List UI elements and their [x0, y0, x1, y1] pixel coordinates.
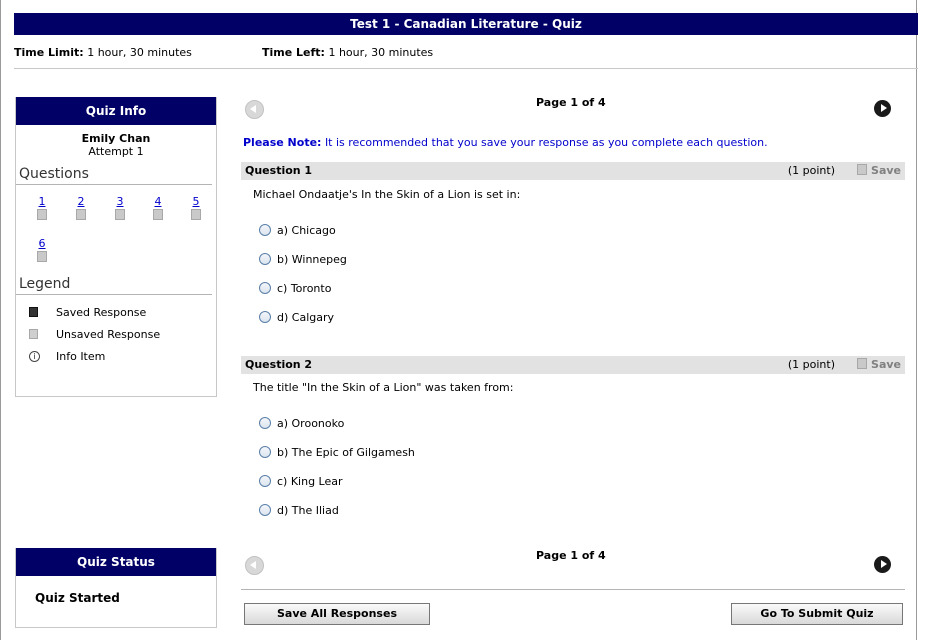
option-label: a) Oroonoko	[277, 417, 345, 430]
time-left-value: 1 hour, 30 minutes	[328, 46, 434, 59]
unsaved-response-icon	[76, 209, 86, 220]
question-link-label[interactable]: 1	[34, 196, 50, 208]
question-link-label[interactable]: 3	[112, 196, 128, 208]
question-link-label[interactable]: 4	[150, 196, 166, 208]
radio-button[interactable]	[259, 311, 271, 323]
option-label: b) The Epic of Gilgamesh	[277, 446, 415, 459]
option-label: c) Toronto	[277, 282, 332, 295]
save-label: Save	[871, 358, 901, 371]
info-icon: i	[29, 351, 40, 362]
option-label: b) Winnepeg	[277, 253, 347, 266]
time-left-label: Time Left:	[262, 46, 325, 59]
time-left: Time Left: 1 hour, 30 minutes	[262, 42, 433, 64]
question-link-5[interactable]: 5	[188, 196, 204, 220]
option-label: a) Chicago	[277, 224, 336, 237]
question-links: 1 2 3 4 5 6	[16, 196, 216, 276]
legend-unsaved-label: Unsaved Response	[56, 328, 161, 341]
radio-button[interactable]	[259, 224, 271, 236]
question-link-label[interactable]: 2	[73, 196, 89, 208]
question-link-4[interactable]: 4	[150, 196, 166, 220]
quiz-status-heading: Quiz Status	[16, 548, 216, 576]
questions-heading: Questions	[16, 166, 216, 185]
question-header-1: Question 1 (1 point) Save	[241, 162, 905, 180]
option-label: d) The Iliad	[277, 504, 339, 517]
radio-button[interactable]	[259, 282, 271, 294]
save-note: Please Note: It is recommended that you …	[243, 136, 768, 149]
question-link-label[interactable]: 6	[34, 238, 50, 250]
page-indicator-top: Page 1 of 4	[536, 96, 606, 109]
save-all-responses-button[interactable]: Save All Responses	[244, 603, 430, 625]
time-limit: Time Limit: 1 hour, 30 minutes	[14, 42, 192, 64]
quiz-status-text: Quiz Started	[35, 591, 120, 605]
question-link-label[interactable]: 5	[188, 196, 204, 208]
save-label: Save	[871, 164, 901, 177]
next-page-icon[interactable]	[874, 100, 891, 117]
question-text-1: Michael Ondaatje's In the Skin of a Lion…	[253, 188, 521, 201]
quiz-info-heading: Quiz Info	[16, 97, 216, 125]
legend-saved: Saved Response	[16, 302, 216, 324]
unsaved-response-icon	[115, 209, 125, 220]
next-page-icon[interactable]	[874, 556, 891, 573]
note-text: It is recommended that you save your res…	[324, 136, 768, 149]
option-label: c) King Lear	[277, 475, 343, 488]
attempt-label: Attempt 1	[88, 145, 144, 158]
time-limit-label: Time Limit:	[14, 46, 84, 59]
radio-button[interactable]	[259, 417, 271, 429]
unsaved-response-icon	[153, 209, 163, 220]
unsaved-response-icon	[29, 329, 38, 339]
question-text-2: The title "In the Skin of a Lion" was ta…	[253, 381, 514, 394]
previous-page-icon[interactable]	[245, 100, 264, 119]
footer-divider	[241, 589, 905, 590]
legend-info: i Info Item	[16, 346, 216, 368]
header-divider	[14, 68, 918, 69]
question-link-3[interactable]: 3	[112, 196, 128, 220]
page-indicator-bottom: Page 1 of 4	[536, 549, 606, 562]
legend-unsaved: Unsaved Response	[16, 324, 216, 346]
question-title: Question 2	[245, 358, 313, 371]
quiz-info-panel: Quiz Info Emily Chan Attempt 1 Questions…	[15, 97, 217, 397]
question-title: Question 1	[245, 164, 313, 177]
unsaved-response-icon	[191, 209, 201, 220]
question-link-1[interactable]: 1	[34, 196, 50, 220]
save-disk-icon	[857, 164, 868, 175]
question-points: (1 point)	[787, 164, 835, 177]
go-to-submit-quiz-button[interactable]: Go To Submit Quiz	[731, 603, 903, 625]
time-bar: Time Limit: 1 hour, 30 minutes Time Left…	[14, 42, 918, 64]
radio-button[interactable]	[259, 504, 271, 516]
legend-info-label: Info Item	[56, 350, 106, 363]
unsaved-response-icon	[37, 209, 47, 220]
page-title: Test 1 - Canadian Literature - Quiz	[14, 13, 918, 35]
time-limit-value: 1 hour, 30 minutes	[87, 46, 192, 59]
question-link-2[interactable]: 2	[73, 196, 89, 220]
quiz-status-panel: Quiz Status Quiz Started	[15, 548, 217, 628]
legend-heading: Legend	[16, 276, 216, 295]
radio-button[interactable]	[259, 253, 271, 265]
question-points: (1 point)	[787, 358, 835, 371]
previous-page-icon[interactable]	[245, 556, 264, 575]
radio-button[interactable]	[259, 446, 271, 458]
question-link-6[interactable]: 6	[34, 238, 50, 262]
option-label: d) Calgary	[277, 311, 335, 324]
legend-saved-label: Saved Response	[56, 306, 147, 319]
saved-response-icon	[29, 307, 38, 317]
student-name: Emily Chan	[81, 132, 151, 145]
question-header-2: Question 2 (1 point) Save	[241, 356, 905, 374]
save-question-1-button[interactable]: Save	[857, 162, 901, 180]
radio-button[interactable]	[259, 475, 271, 487]
unsaved-response-icon	[37, 251, 47, 262]
note-label: Please Note:	[243, 136, 322, 149]
save-disk-icon	[857, 358, 868, 369]
save-question-2-button[interactable]: Save	[857, 356, 901, 374]
